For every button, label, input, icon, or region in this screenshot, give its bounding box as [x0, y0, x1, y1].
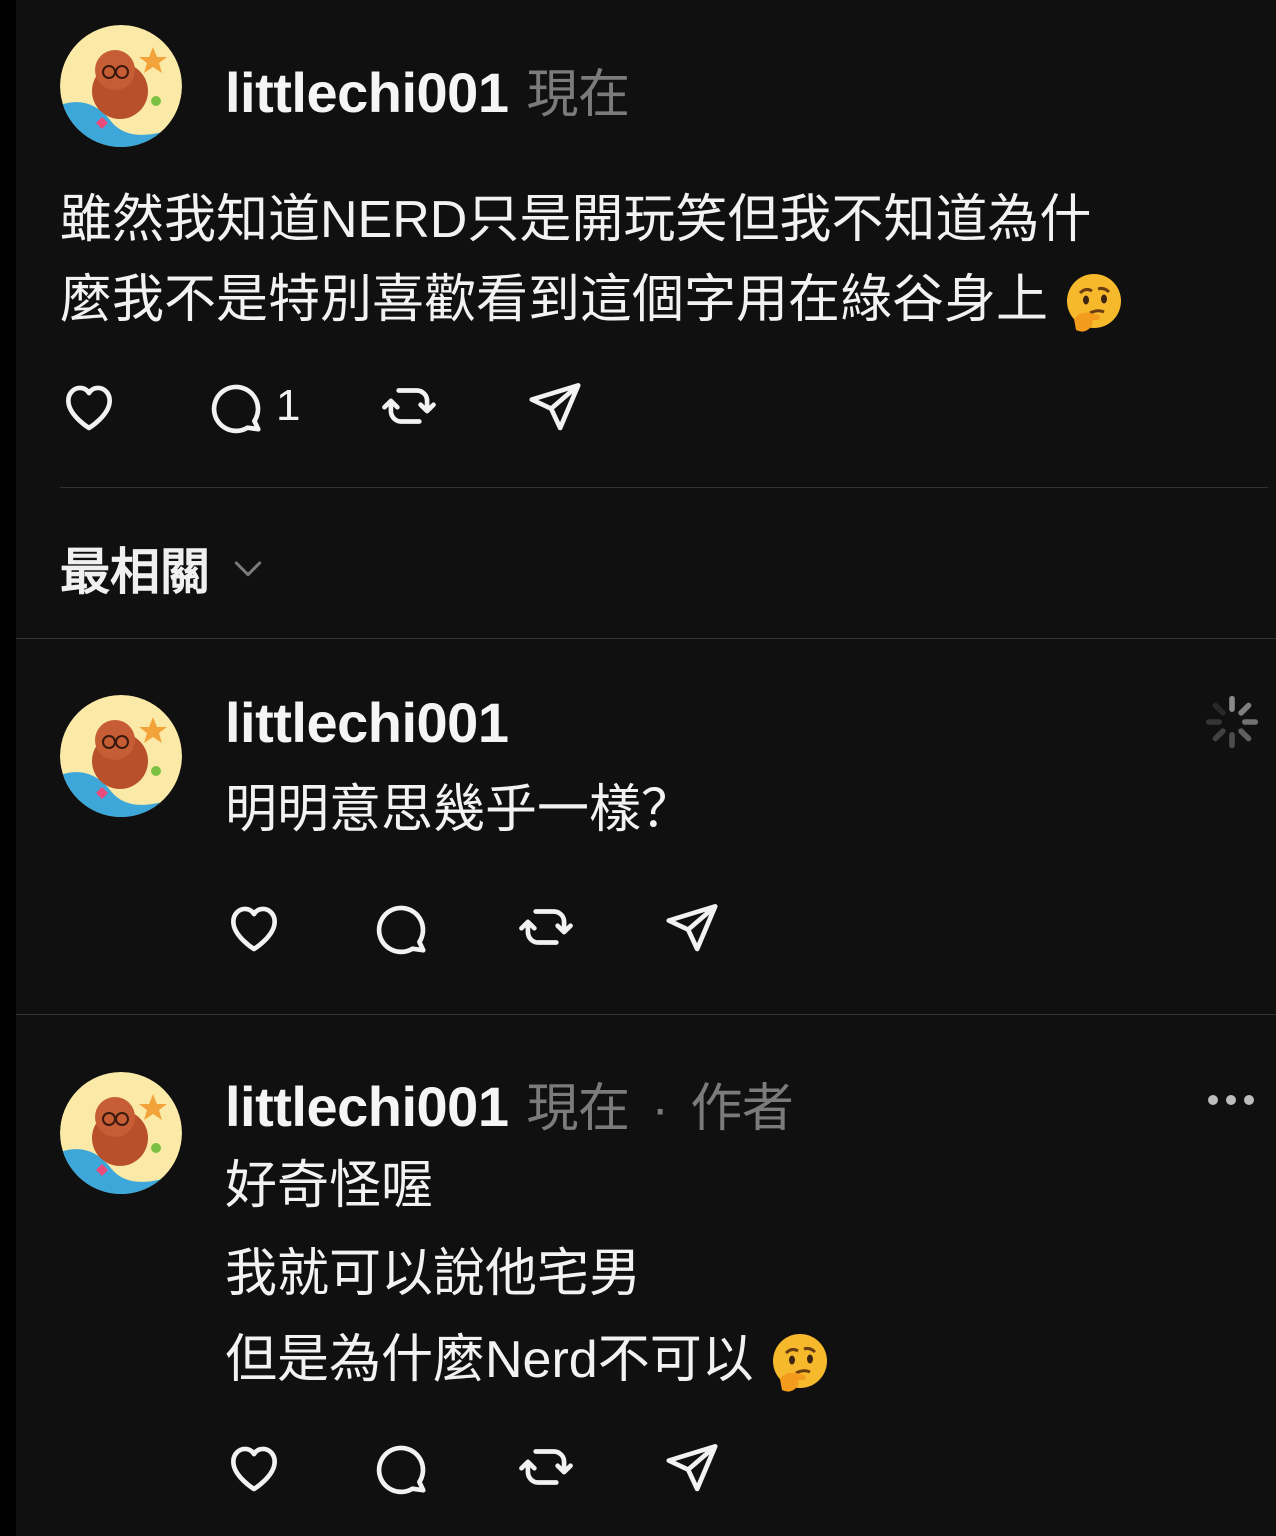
post-text-line-2-text: 麼我不是特別喜歡看到這個字用在綠谷身上	[60, 271, 1049, 329]
thinking-face-emoji-icon	[773, 1334, 828, 1392]
thinking-face-emoji-icon	[1067, 274, 1122, 332]
comment-icon	[376, 905, 426, 955]
send-icon	[529, 383, 582, 431]
repost-button[interactable]	[515, 1436, 577, 1498]
reply-avatar[interactable]	[60, 695, 182, 817]
reply-count: 1	[276, 381, 301, 430]
share-button[interactable]	[661, 896, 723, 958]
comment-button[interactable]	[369, 896, 431, 958]
like-button[interactable]	[223, 1436, 285, 1498]
repost-button[interactable]	[378, 375, 440, 437]
heart-icon	[231, 1446, 277, 1492]
chevron-down-icon	[234, 561, 262, 577]
reply-username-row: littlechi001 現在 · 作者	[225, 1066, 794, 1141]
more-icon[interactable]	[1206, 1088, 1256, 1112]
comment-icon	[211, 384, 261, 434]
reply-actions	[223, 896, 723, 958]
meta-separator: ·	[651, 1080, 669, 1138]
author-badge: 作者	[690, 1080, 794, 1138]
post-username[interactable]: littlechi001 現在	[225, 52, 630, 127]
username-text[interactable]: littlechi001	[225, 61, 509, 124]
like-button[interactable]	[223, 896, 285, 958]
loading-spinner-icon	[1205, 695, 1259, 749]
reply-time: 現在	[526, 1080, 630, 1138]
heart-icon	[231, 906, 277, 952]
reply-text-line-1: 好奇怪喔	[225, 1157, 434, 1215]
post-time: 現在	[526, 66, 630, 124]
reply-text-line-3: 但是為什麼Nerd不可以	[225, 1320, 832, 1400]
heart-icon	[66, 385, 112, 431]
sort-label: 最相關	[60, 544, 210, 600]
send-icon	[666, 904, 718, 952]
post-text-line-2: 麼我不是特別喜歡看到這個字用在綠谷身上	[60, 260, 1126, 340]
reply-username[interactable]: littlechi001	[225, 1075, 509, 1138]
send-icon	[666, 1444, 718, 1492]
comment-icon	[376, 1445, 426, 1495]
share-button[interactable]	[661, 1436, 723, 1498]
reply-text-line-1: 明明意思幾乎一樣？	[225, 781, 694, 839]
reply-actions	[223, 1436, 723, 1498]
post-text-line-1: 雖然我知道NERD只是開玩笑但我不知道為什	[60, 191, 1092, 249]
divider	[60, 487, 1268, 488]
thread-panel: littlechi001 現在 雖然我知道NERD只是開玩笑但我不知道為什 麼我不…	[16, 0, 1276, 1536]
section-divider	[16, 1014, 1276, 1015]
repost-button[interactable]	[515, 896, 577, 958]
avatar-image	[60, 1072, 182, 1194]
repost-icon	[382, 388, 437, 424]
repost-icon	[519, 909, 573, 945]
section-divider	[16, 638, 1276, 639]
comment-button[interactable]: 1	[204, 375, 300, 437]
reply-text-line-3-text: 但是為什麼Nerd不可以	[225, 1331, 754, 1389]
sort-dropdown[interactable]: 最相關	[60, 532, 268, 604]
comment-button[interactable]	[369, 1436, 431, 1498]
reply-text-line-2: 我就可以說他宅男	[225, 1245, 642, 1303]
avatar[interactable]	[60, 25, 182, 147]
like-button[interactable]	[58, 375, 120, 437]
reply-username[interactable]: littlechi001	[225, 690, 509, 755]
post-actions: 1	[58, 375, 586, 437]
repost-icon	[519, 1449, 573, 1485]
avatar-image	[60, 695, 182, 817]
reply-avatar[interactable]	[60, 1072, 182, 1194]
share-button[interactable]	[524, 375, 586, 437]
avatar-image	[60, 25, 182, 147]
